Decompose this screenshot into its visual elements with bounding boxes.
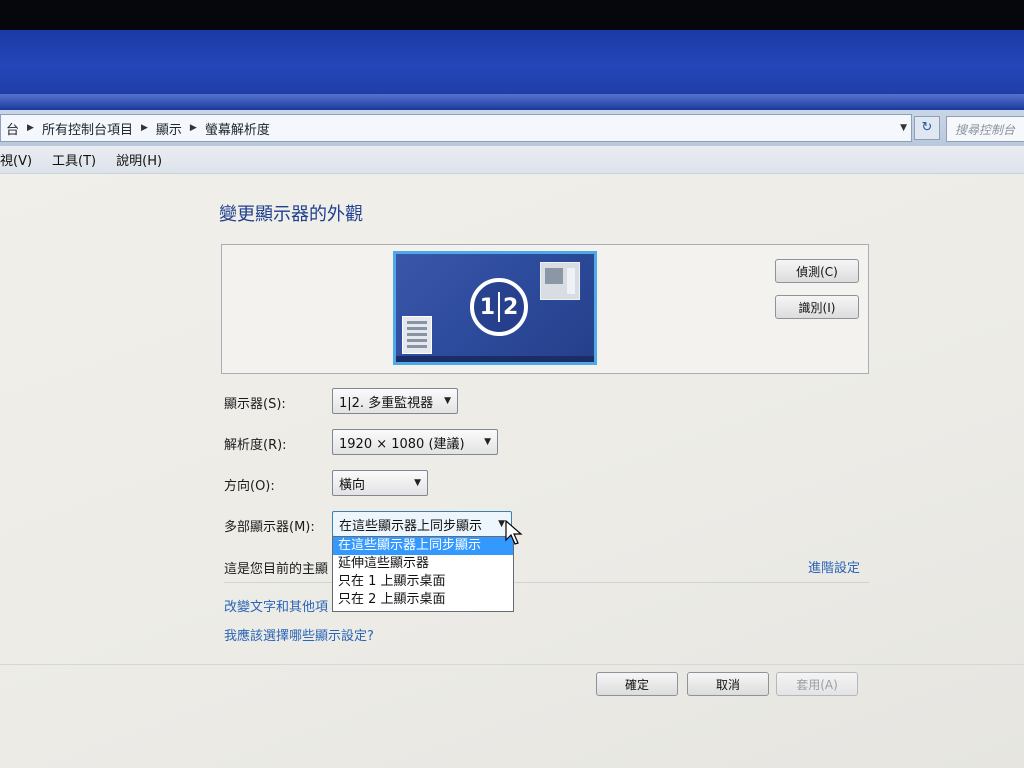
address-bar[interactable]: 台 ▶ 所有控制台項目 ▶ 顯示 ▶ 螢幕解析度 ▼ [0,114,912,142]
orientation-label: 方向(O): [224,479,275,494]
text-size-link[interactable]: 改變文字和其他項 [224,596,332,615]
monitor-preview[interactable]: 12 [393,251,597,365]
chevron-down-icon: ▼ [444,396,451,406]
monitor-number-2: 2 [503,294,519,320]
identify-button[interactable]: 識別(I) [775,295,859,319]
window-thumbnail-pane [545,268,563,284]
breadcrumb-screen-resolution[interactable]: 螢幕解析度 [200,119,275,138]
footer-divider [0,664,1024,665]
resolution-select-value: 1920 × 1080 (建議) [339,436,465,452]
chevron-down-icon: ▼ [498,519,505,529]
mouse-pointer-icon [505,520,523,545]
orientation-select[interactable]: 橫向 ▼ [332,470,428,496]
breadcrumb-display[interactable]: 顯示 [151,119,187,138]
option-show-only-on-2[interactable]: 只在 2 上顯示桌面 [333,591,513,609]
monitor-number-badge: 12 [470,278,528,336]
monitor-number-1: 1 [479,294,495,320]
apply-button[interactable]: 套用(A) [776,672,858,696]
preview-taskbar [396,356,594,362]
display-select-value: 1|2. 多重監視器 [339,395,434,411]
navigation-row: 台 ▶ 所有控制台項目 ▶ 顯示 ▶ 螢幕解析度 ▼ ↻ 搜尋控制台 [0,110,1024,146]
chevron-down-icon: ▼ [414,478,421,488]
screen-bezel [0,0,1024,30]
option-duplicate-displays[interactable]: 在這些顯示器上同步顯示 [333,537,513,555]
resolution-select[interactable]: 1920 × 1080 (建議) ▼ [332,429,498,455]
window-title-bar [0,30,1024,110]
address-history-dropdown-icon[interactable]: ▼ [900,123,907,133]
title-bar-sheen [0,94,1024,108]
breadcrumb-arrow-icon[interactable]: ▶ [138,123,151,133]
multiple-displays-select[interactable]: 在這些顯示器上同步顯示 ▼ [332,511,512,537]
ok-button[interactable]: 確定 [596,672,678,696]
multiple-displays-label: 多部顯示器(M): [224,520,315,535]
badge-divider [498,292,500,322]
search-input[interactable]: 搜尋控制台 [946,116,1024,142]
detect-button[interactable]: 偵測(C) [775,259,859,283]
page-title: 變更顯示器的外觀 [219,204,363,225]
breadcrumb-control-panel[interactable]: 台 [1,119,24,138]
primary-display-text: 這是您目前的主顯 [224,562,329,577]
breadcrumb-arrow-icon[interactable]: ▶ [187,123,200,133]
display-select[interactable]: 1|2. 多重監視器 ▼ [332,388,458,414]
multiple-displays-select-value: 在這些顯示器上同步顯示 [339,518,483,534]
option-extend-displays[interactable]: 延伸這些顯示器 [333,555,513,573]
refresh-icon: ↻ [921,120,933,135]
display-preview-panel: 12 偵測(C) 識別(I) [221,244,869,374]
menu-help[interactable]: 說明(H) [106,150,172,169]
multiple-displays-dropdown-list: 在這些顯示器上同步顯示 延伸這些顯示器 只在 1 上顯示桌面 只在 2 上顯示桌… [332,536,514,612]
section-divider [224,582,869,583]
cancel-button[interactable]: 取消 [687,672,769,696]
breadcrumb-arrow-icon[interactable]: ▶ [24,123,37,133]
resolution-label: 解析度(R): [224,438,287,453]
refresh-button[interactable]: ↻ [914,116,940,140]
menu-tools[interactable]: 工具(T) [42,150,106,169]
menu-bar: 視(V) 工具(T) 說明(H) [0,146,1024,174]
content-area: 變更顯示器的外觀 12 偵測(C) 識別(I) 顯示器(S): 1|2. 多重監… [0,174,1024,768]
advanced-settings-link[interactable]: 進階設定 [808,557,860,576]
which-settings-link[interactable]: 我應該選擇哪些顯示設定? [224,625,374,644]
menu-view[interactable]: 視(V) [0,150,42,169]
chevron-down-icon: ▼ [484,437,491,447]
preview-gadget-thumbnail [402,316,432,354]
option-show-only-on-1[interactable]: 只在 1 上顯示桌面 [333,573,513,591]
window-thumbnail-sidebar [567,268,575,294]
preview-window-thumbnail [540,262,580,300]
breadcrumb-all-items[interactable]: 所有控制台項目 [37,119,138,138]
display-label: 顯示器(S): [224,397,286,412]
orientation-select-value: 橫向 [339,477,366,493]
